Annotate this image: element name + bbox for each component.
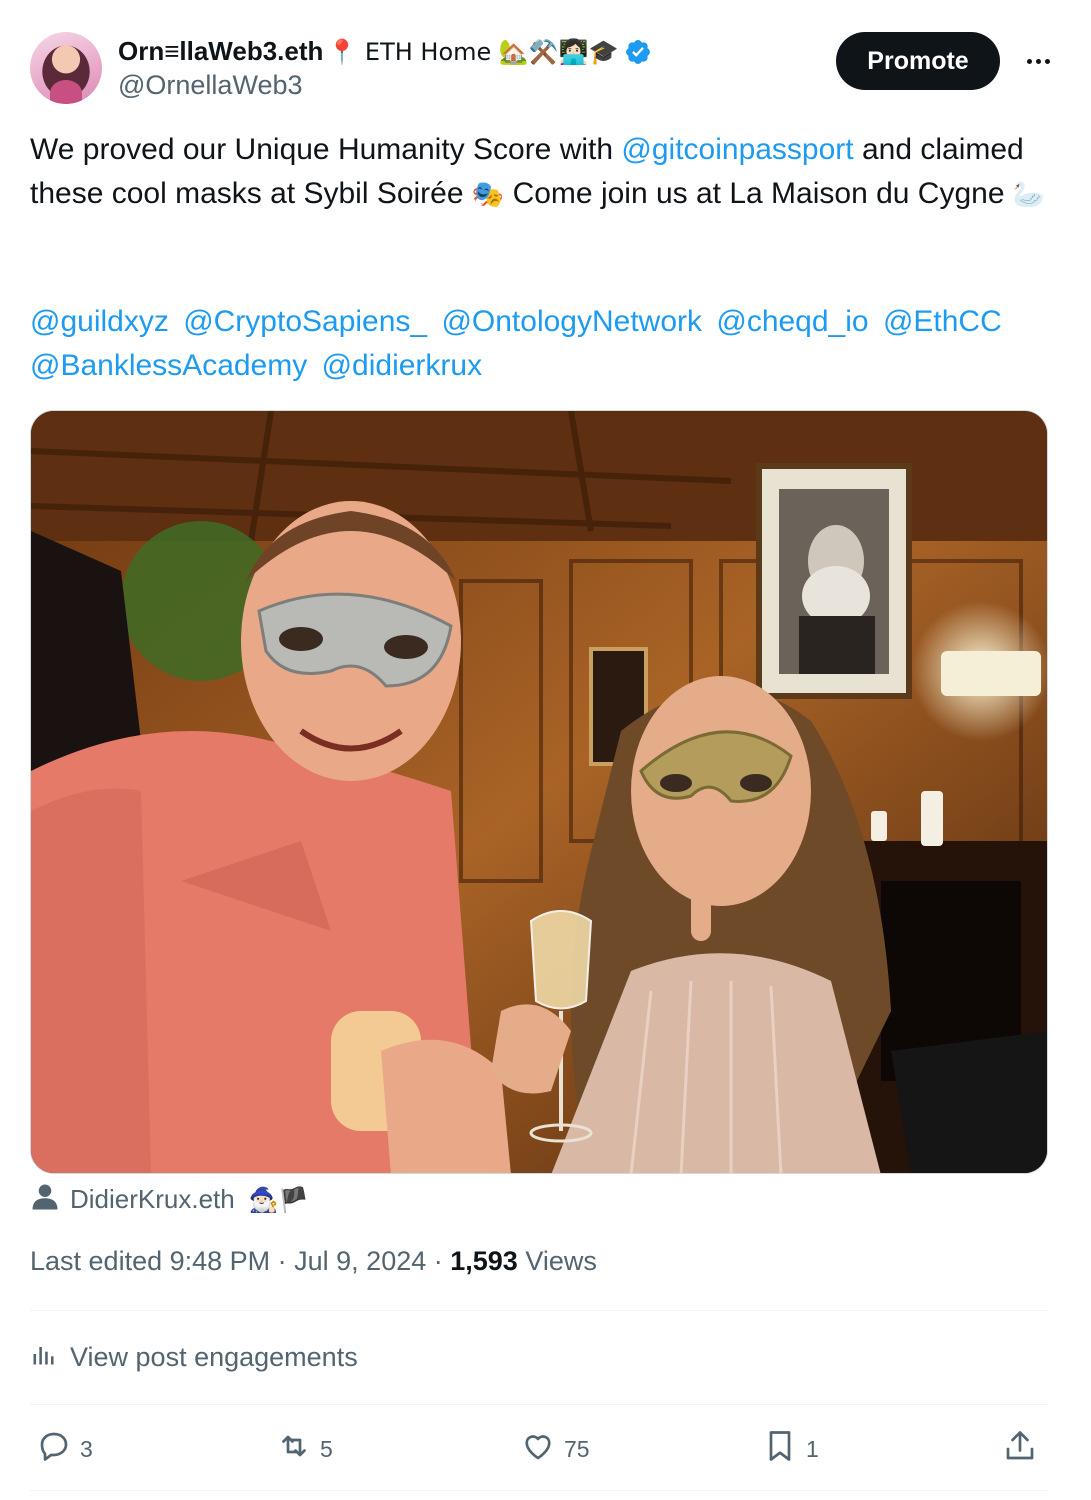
tagged-user-emojis: 🧙🏻‍♂️🏴: [248, 1185, 309, 1214]
author-name-row: Orn≡llaWeb3.eth 📍 ETH Home 🏡⚒️👩🏻‍💻🎓: [118, 36, 652, 67]
post-text-part: We proved our Unique Humanity Score with: [30, 133, 622, 166]
mention-link[interactable]: @EthCC: [883, 305, 1002, 338]
share-button[interactable]: [1002, 1424, 1038, 1474]
view-engagements-label: View post engagements: [70, 1342, 358, 1372]
masks-emoji: 🎭: [471, 180, 505, 210]
bookmark-count: 1: [806, 1435, 819, 1462]
mention-link[interactable]: @cheqd_io: [716, 305, 868, 338]
author-display-name[interactable]: Orn≡llaWeb3.eth: [118, 36, 323, 67]
bookmark-icon: [762, 1428, 798, 1470]
tagged-user-name[interactable]: DidierKrux.eth: [70, 1184, 235, 1215]
repost-icon: [276, 1428, 312, 1470]
mention-link[interactable]: @OntologyNetwork: [441, 305, 702, 338]
reply-button[interactable]: 3: [36, 1424, 93, 1474]
view-engagements-link[interactable]: View post engagements: [30, 1340, 358, 1375]
views-label: Views: [517, 1246, 597, 1276]
edited-timestamp[interactable]: Last edited 9:48 PM · Jul 9, 2024 ·: [30, 1246, 450, 1276]
mentions-list: @guildxyz @CryptoSapiens_ @OntologyNetwo…: [30, 300, 1050, 388]
promote-button[interactable]: Promote: [836, 32, 1000, 90]
views-count: 1,593: [450, 1246, 518, 1276]
person-icon: [30, 1182, 60, 1217]
mention-link[interactable]: @gitcoinpassport: [621, 133, 853, 166]
heart-icon: [520, 1428, 556, 1470]
post-header: Orn≡llaWeb3.eth 📍 ETH Home 🏡⚒️👩🏻‍💻🎓 @Orn…: [30, 32, 1060, 104]
verified-badge-icon[interactable]: [624, 38, 652, 66]
swan-emoji: 🦢: [1012, 180, 1046, 210]
author-avatar[interactable]: [30, 32, 102, 104]
mention-link[interactable]: @BanklessAcademy: [30, 349, 307, 382]
mention-link[interactable]: @CryptoSapiens_: [183, 305, 427, 338]
post-text-part: Come join us at La Maison du Cygne: [504, 177, 1013, 210]
like-count: 75: [564, 1435, 590, 1462]
divider: [30, 1310, 1048, 1311]
reply-count: 3: [80, 1435, 93, 1462]
author-handle[interactable]: @OrnellaWeb3: [118, 70, 303, 101]
divider: [30, 1490, 1048, 1491]
more-horizontal-icon[interactable]: [1016, 44, 1060, 78]
post-photo[interactable]: [30, 410, 1048, 1174]
tagged-user[interactable]: DidierKrux.eth 🧙🏻‍♂️🏴: [30, 1182, 309, 1217]
bookmark-button[interactable]: 1: [762, 1424, 819, 1474]
reply-icon: [36, 1428, 72, 1470]
repost-count: 5: [320, 1435, 333, 1462]
action-bar: 3 5 75 1: [30, 1424, 1048, 1474]
divider: [30, 1404, 1048, 1405]
analytics-icon: [30, 1340, 58, 1375]
mention-link[interactable]: @didierkrux: [322, 349, 483, 382]
mention-link[interactable]: @guildxyz: [30, 305, 169, 338]
post-meta: Last edited 9:48 PM · Jul 9, 2024 · 1,59…: [30, 1246, 597, 1277]
like-button[interactable]: 75: [520, 1424, 590, 1474]
share-icon: [1002, 1428, 1038, 1470]
post-text: We proved our Unique Humanity Score with…: [30, 128, 1050, 217]
repost-button[interactable]: 5: [276, 1424, 333, 1474]
author-name-emojis: 📍 ETH Home 🏡⚒️👩🏻‍💻🎓: [327, 37, 619, 66]
